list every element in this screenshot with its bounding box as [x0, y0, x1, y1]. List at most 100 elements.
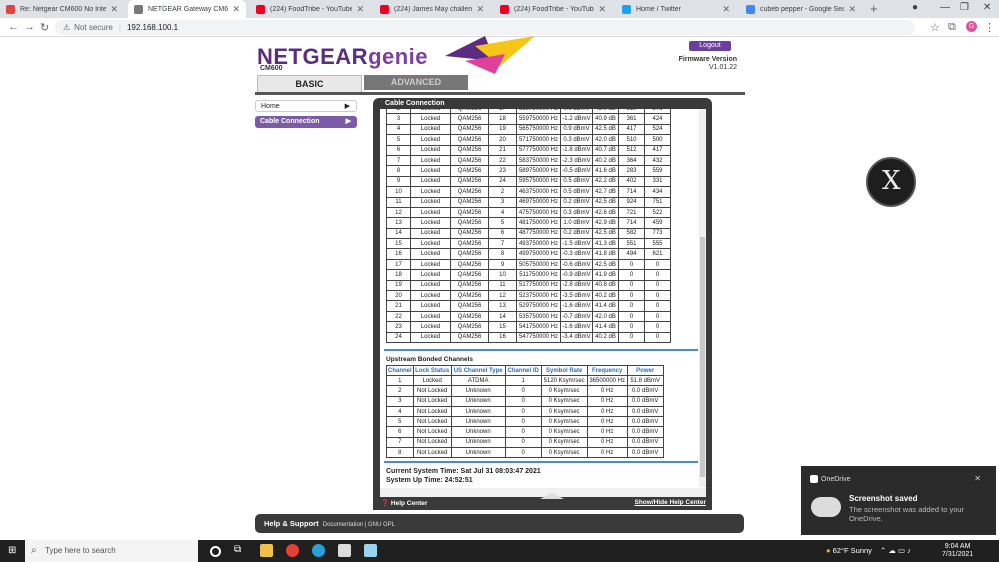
browser-tab[interactable]: Home / Twitter ✕	[616, 0, 736, 18]
reload-icon[interactable]: ↻	[40, 21, 49, 34]
help-icon: ❓	[381, 500, 390, 507]
table-cell: 40.2 dB	[592, 290, 619, 302]
close-tab-icon[interactable]: ✕	[476, 4, 484, 15]
x-logo-icon: X	[882, 166, 901, 196]
chrome-icon[interactable]	[286, 544, 299, 557]
account-avatar[interactable]: G	[966, 21, 977, 32]
edge-icon[interactable]	[312, 544, 325, 557]
tab-advanced[interactable]: ADVANCED	[364, 75, 468, 90]
sidebar-item-home[interactable]: Home ▶	[255, 100, 357, 112]
scroll-thumb[interactable]	[700, 237, 705, 477]
browser-tab[interactable]: (224) James May challenge ✕	[374, 0, 490, 18]
table-cell: 0	[618, 321, 645, 333]
browser-tab[interactable]: Re: Netgear CM600 No Internet✕	[0, 0, 124, 18]
table-cell: Locked	[410, 300, 451, 312]
footer-links[interactable]: Documentation | GNU GPL	[323, 522, 395, 528]
table-cell: 0	[644, 310, 671, 323]
table-cell: 523750000 Hz	[516, 290, 561, 302]
help-center-link[interactable]: ❓ Help Center	[381, 499, 427, 507]
extensions-icon[interactable]: ⧉	[948, 21, 956, 34]
new-tab-button[interactable]: +	[870, 1, 878, 16]
close-tab-icon[interactable]: ✕	[356, 4, 364, 15]
table-cell: ATDMA	[450, 374, 506, 387]
browser-tab[interactable]: (224) FoodTribe - YouTube ✕	[494, 0, 612, 18]
close-tab-icon[interactable]: ✕	[110, 4, 118, 15]
model-label: CM600	[260, 65, 283, 72]
table-cell: 522	[644, 206, 671, 219]
tray-icons[interactable]: ⌃ ☁ ▭ ♪	[880, 546, 911, 555]
vertical-scrollbar[interactable]	[699, 109, 706, 487]
table-cell: 14	[488, 310, 517, 323]
help-toggle-caret[interactable]	[540, 493, 564, 499]
table-cell: 524	[644, 123, 671, 136]
maximize-icon[interactable]: ❐	[960, 2, 969, 13]
table-cell: 511750000 Hz	[516, 269, 561, 281]
close-icon[interactable]: ✕	[974, 474, 981, 483]
onedrive-notification[interactable]: OneDrive ✕ Screenshot saved The screensh…	[801, 466, 996, 535]
sidebar-item-cable-connection[interactable]: Cable Connection ▶	[255, 116, 357, 128]
store-icon[interactable]	[338, 544, 351, 557]
table-cell: 0.0 dBmV	[626, 416, 664, 428]
panel-content[interactable]: 2LockedQAM25617553750000 Hz0.9 dBmV43.0 …	[380, 109, 706, 497]
table-cell: 6	[386, 426, 414, 438]
table-cell: 595750000 Hz	[516, 175, 561, 188]
table-cell: 23	[488, 165, 517, 177]
table-cell: 42.0 dB	[592, 310, 619, 323]
windows-start-icon[interactable]: ⊞	[8, 545, 16, 556]
security-label: Not secure	[74, 23, 113, 32]
table-cell: 5	[488, 217, 517, 229]
browser-tab[interactable]: cubeb pepper - Google Search✕	[740, 0, 862, 18]
table-cell: 22	[386, 310, 411, 323]
table-cell: 512	[618, 144, 645, 156]
file-explorer-icon[interactable]	[260, 544, 273, 557]
media-overlay-button[interactable]: X	[866, 157, 916, 207]
table-cell: 21	[386, 300, 411, 312]
table-cell: 0.3 dBmV	[560, 134, 593, 146]
table-cell: 4	[386, 405, 414, 418]
table-cell: -0.7 dBmV	[560, 310, 593, 323]
show-hide-help-link[interactable]: Show/Hide Help Center	[634, 499, 706, 506]
upstream-title: Upstream Bonded Channels	[386, 356, 474, 363]
table-cell: 0	[618, 310, 645, 323]
table-cell: Locked	[410, 321, 451, 333]
browser-tab[interactable]: NETGEAR Gateway CM600 ✕	[128, 0, 246, 18]
firmware-version: Firmware Version V1.01.22	[678, 56, 737, 71]
cortana-icon[interactable]	[210, 546, 221, 557]
back-icon[interactable]: ←	[8, 21, 19, 33]
table-cell: 42.5 dB	[592, 227, 619, 240]
table-cell: 434	[644, 186, 671, 198]
close-window-icon[interactable]: ✕	[983, 2, 991, 13]
close-tab-icon[interactable]: ✕	[598, 4, 606, 15]
profile-icon[interactable]: ●	[912, 2, 918, 13]
tab-basic[interactable]: BASIC	[257, 75, 362, 92]
app-icon[interactable]	[364, 544, 377, 557]
table-row: 21 Locked QAM256 13 529750000 Hz -1.6 dBmV 41.…	[386, 300, 671, 312]
minimize-icon[interactable]: —	[940, 2, 950, 13]
close-tab-icon[interactable]: ✕	[232, 4, 240, 15]
table-cell: QAM256	[450, 238, 489, 250]
browser-tab[interactable]: (224) FoodTribe - YouTube ✕	[250, 0, 370, 18]
menu-icon[interactable]: ⋮	[984, 21, 995, 34]
table-row: 9 Locked QAM256 24 595750000 Hz 0.5 dBmV 42.2 …	[386, 175, 671, 188]
table-cell: 1	[504, 374, 542, 387]
table-cell: Locked	[410, 123, 451, 136]
table-cell: 499750000 Hz	[516, 248, 561, 260]
table-cell: 751	[644, 196, 671, 208]
table-cell: -1.6 dBmV	[560, 300, 593, 312]
table-row: 2 Not Locked Unknown 0 0 Ksym/sec 0 Hz 0.0 dBm…	[386, 385, 664, 397]
bookmark-star-icon[interactable]: ☆	[930, 21, 940, 34]
logout-button[interactable]: Logout	[689, 41, 731, 51]
task-view-icon[interactable]: ⧉	[234, 544, 247, 557]
table-cell: 0	[644, 300, 671, 312]
url-field[interactable]: ⚠ Not secure | 192.168.100.1	[55, 20, 915, 35]
close-tab-icon[interactable]: ✕	[848, 4, 856, 15]
clock[interactable]: 9:04 AM 7/31/2021	[942, 543, 973, 559]
downstream-table: 2LockedQAM25617553750000 Hz0.9 dBmV43.0 …	[386, 109, 671, 344]
forward-icon[interactable]: →	[24, 21, 35, 33]
table-cell: 0.0 dBmV	[626, 436, 664, 449]
taskbar-search[interactable]: ⌕ Type here to search	[25, 540, 198, 562]
table-cell: 11	[386, 196, 411, 208]
table-cell: 8	[386, 165, 411, 177]
close-tab-icon[interactable]: ✕	[722, 4, 730, 15]
table-cell: 551	[618, 238, 645, 250]
